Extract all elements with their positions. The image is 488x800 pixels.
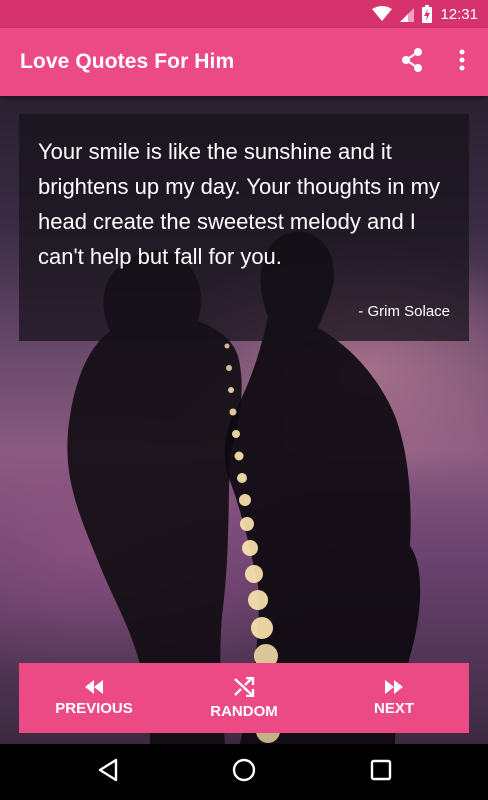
- quote-text: Your smile is like the sunshine and it b…: [38, 139, 440, 269]
- next-button[interactable]: NEXT: [319, 663, 469, 733]
- app-bar: Love Quotes For Him: [0, 28, 488, 96]
- previous-label: PREVIOUS: [55, 699, 133, 717]
- quote-author: - Grim Solace: [358, 303, 450, 320]
- status-time: 12:31: [440, 5, 478, 23]
- fast-forward-icon: [383, 679, 405, 694]
- home-circle-icon: [231, 757, 257, 788]
- overflow-menu-button[interactable]: [450, 48, 474, 76]
- random-label: RANDOM: [210, 702, 278, 720]
- quote-card: Your smile is like the sunshine and it b…: [19, 114, 469, 341]
- more-vert-icon: [459, 49, 465, 76]
- app-title: Love Quotes For Him: [20, 50, 235, 73]
- share-button[interactable]: [398, 47, 426, 78]
- shuffle-icon: [233, 676, 255, 697]
- next-label: NEXT: [373, 699, 414, 717]
- battery-charging-icon: [422, 5, 433, 23]
- back-triangle-icon: [97, 758, 119, 787]
- share-icon: [400, 47, 424, 78]
- rewind-icon: [83, 679, 105, 694]
- recents-button[interactable]: [367, 758, 395, 786]
- back-button[interactable]: [94, 758, 122, 786]
- previous-button[interactable]: PREVIOUS: [19, 663, 169, 733]
- status-icons: 12:31: [372, 4, 478, 24]
- cellular-signal-icon: [400, 6, 415, 22]
- random-button[interactable]: RANDOM: [169, 663, 319, 733]
- quote-navigation-panel: PREVIOUS RANDOM NEXT: [19, 663, 469, 733]
- recents-square-icon: [370, 759, 392, 786]
- wifi-icon: [372, 6, 393, 22]
- system-navigation-bar: [0, 744, 488, 800]
- home-button[interactable]: [230, 758, 258, 786]
- status-bar: 12:31: [0, 0, 488, 28]
